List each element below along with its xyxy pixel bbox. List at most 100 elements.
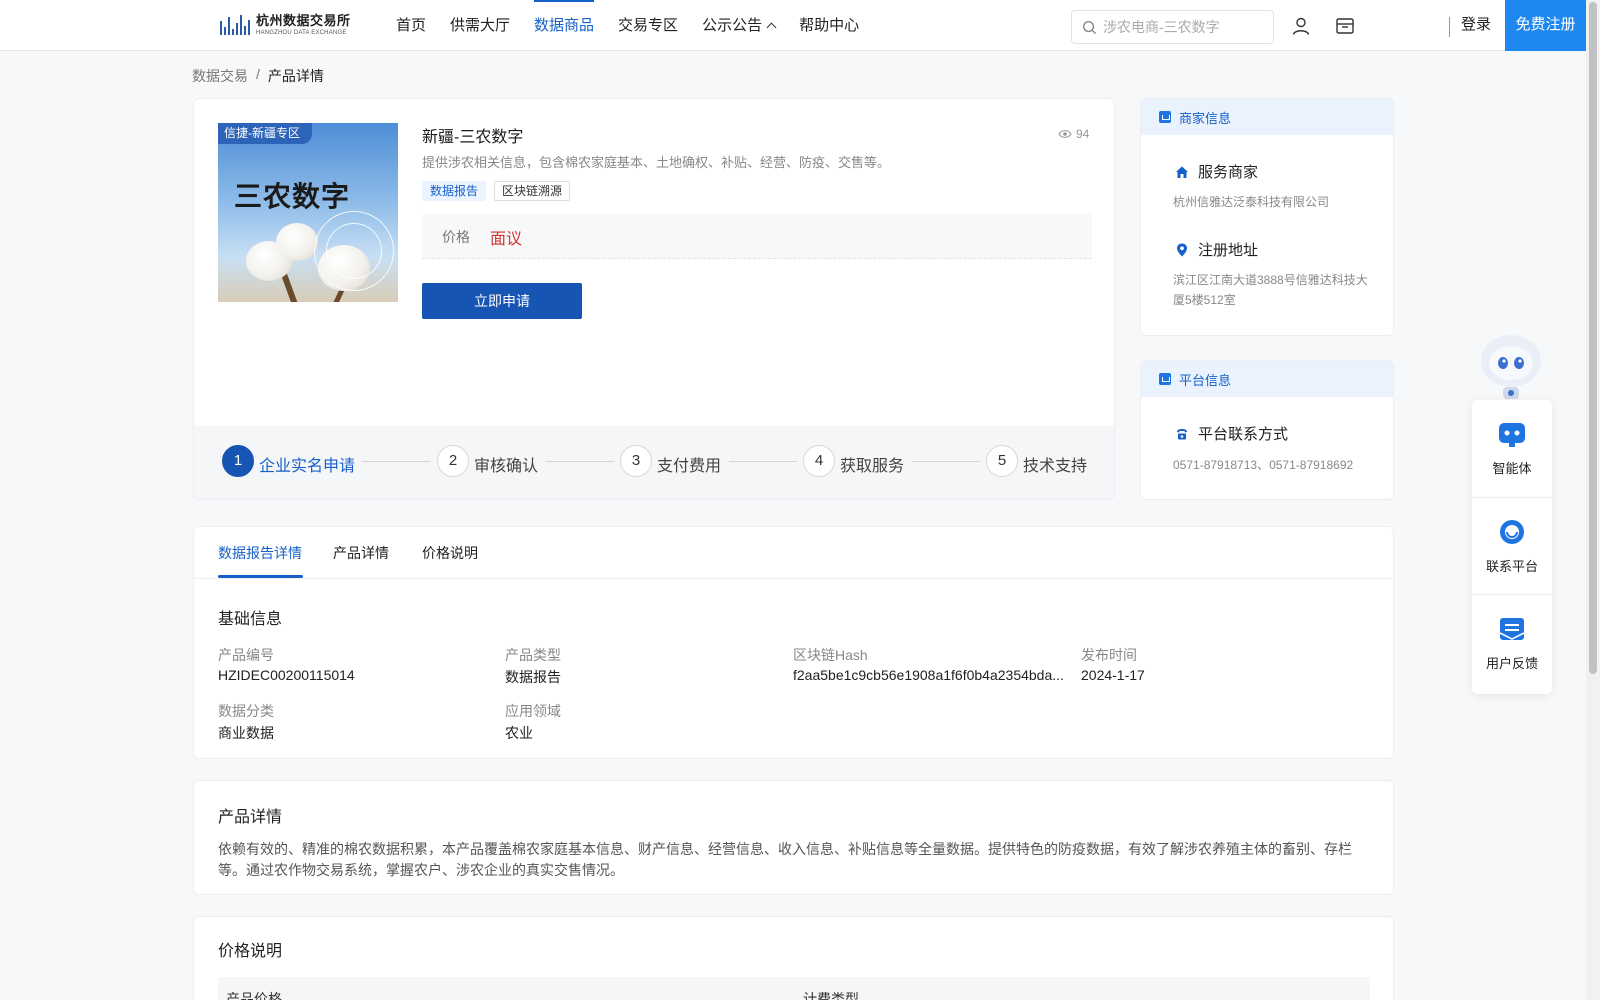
info-square-icon — [1159, 373, 1171, 385]
cotton-boll — [276, 223, 318, 261]
info-square-icon — [1159, 111, 1171, 123]
register-button[interactable]: 免费注册 — [1505, 0, 1586, 51]
step-1-label: 企业实名申请 — [259, 458, 356, 475]
step-connector — [729, 461, 797, 462]
tab-report-detail[interactable]: 数据报告详情 — [218, 543, 302, 563]
field-label-blockchain-hash: 区块链Hash — [793, 647, 868, 663]
search-box[interactable] — [1071, 10, 1274, 44]
site-logo[interactable]: 杭州数据交易所 HANGZHOU DATA EXCHANGE — [220, 11, 351, 39]
header-divider — [1449, 17, 1450, 37]
field-value-publish-time: 2024-1-17 — [1081, 667, 1145, 683]
tab-price-description[interactable]: 价格说明 — [422, 543, 478, 563]
field-value-data-category: 商业数据 — [218, 725, 274, 741]
tag-data-report: 数据报告 — [422, 181, 487, 201]
platform-contact-title: 平台联系方式 — [1198, 426, 1289, 443]
step-4-circle: 4 — [803, 445, 835, 477]
robot-mascot-icon[interactable] — [1473, 327, 1549, 403]
registered-address-row: 注册地址 — [1174, 239, 1258, 260]
float-contact-platform[interactable]: 联系平台 — [1472, 497, 1552, 593]
apply-now-button[interactable]: 立即申请 — [422, 283, 582, 319]
step-3-circle: 3 — [620, 445, 652, 477]
float-agent-label: 智能体 — [1492, 461, 1532, 476]
product-tags: 数据报告 区块链溯源 — [422, 181, 571, 201]
step-3-label: 支付费用 — [657, 458, 722, 475]
float-user-feedback[interactable]: 用户反馈 — [1472, 594, 1552, 690]
step-connector — [362, 461, 430, 462]
step-connector — [912, 461, 980, 462]
step-connector — [546, 461, 614, 462]
pricing-table-header: 产品价格 计费类型 — [218, 977, 1370, 1000]
step-4-label: 获取服务 — [840, 458, 905, 475]
service-merchant-value: 杭州信雅达泛泰科技有限公司 — [1173, 195, 1330, 209]
platform-info-header: 平台信息 — [1141, 361, 1393, 397]
active-tab-indicator — [218, 575, 303, 578]
breadcrumb: 数据交易 / 产品详情 — [192, 66, 324, 86]
float-contact-platform-label: 联系平台 — [1485, 559, 1538, 574]
nav-help-center[interactable]: 帮助中心 — [799, 0, 859, 50]
pricing-card: 价格说明 产品价格 计费类型 — [193, 916, 1394, 1000]
search-input[interactable] — [1103, 19, 1263, 35]
logo-en-text: HANGZHOU DATA EXCHANGE — [256, 30, 347, 36]
view-count-value: 94 — [1076, 127, 1090, 141]
field-label-publish-time: 发布时间 — [1081, 647, 1137, 663]
nav-supply-demand[interactable]: 供需大厅 — [450, 0, 510, 50]
float-agent[interactable]: 智能体 — [1472, 400, 1552, 496]
field-value-product-type: 数据报告 — [505, 669, 561, 685]
platform-contact-value: 0571-87918713、0571-87918692 — [1173, 458, 1354, 472]
field-label-application-field: 应用领域 — [505, 703, 561, 719]
step-2-circle: 2 — [437, 445, 469, 477]
field-value-product-id: HZIDEC00200115014 — [218, 667, 355, 683]
scrollbar-thumb[interactable] — [1589, 2, 1597, 674]
merchant-info-header: 商家信息 — [1141, 99, 1393, 135]
price-value: 面议 — [490, 231, 523, 248]
main-nav: 首页 供需大厅 数据商品 交易专区 公示公告 帮助中心 — [396, 0, 883, 50]
chevron-up-icon — [766, 22, 777, 32]
tab-product-detail[interactable]: 产品详情 — [333, 543, 389, 563]
merchant-info-title: 商家信息 — [1179, 110, 1232, 126]
field-label-data-category: 数据分类 — [218, 703, 274, 719]
price-label: 价格 — [442, 229, 470, 245]
breadcrumb-current: 产品详情 — [267, 68, 324, 84]
pricing-title: 价格说明 — [218, 943, 283, 960]
nav-trade-zone[interactable]: 交易专区 — [618, 0, 678, 50]
platform-info-card: 平台信息 平台联系方式 0571-87918713、0571-87918692 — [1140, 360, 1394, 500]
breadcrumb-parent[interactable]: 数据交易 — [192, 66, 248, 86]
field-value-blockchain-hash: f2aa5be1c9cb56e1908a1f6f0b4a2354bda... — [793, 667, 1064, 683]
merchant-info-card: 商家信息 服务商家 杭州信雅达泛泰科技有限公司 注册地址 滨江区江南大道3888… — [1140, 98, 1394, 336]
basic-info-title: 基础信息 — [218, 611, 283, 628]
thumbnail-title: 三农数字 — [234, 181, 351, 212]
nav-announcements[interactable]: 公示公告 — [702, 0, 777, 50]
float-user-feedback-label: 用户反馈 — [1485, 656, 1538, 671]
search-icon — [1082, 20, 1097, 34]
logo-cn-text: 杭州数据交易所 — [256, 13, 351, 28]
platform-contact-row: 平台联系方式 — [1174, 423, 1288, 444]
page-scrollbar[interactable] — [1586, 0, 1600, 1000]
nav-home[interactable]: 首页 — [396, 0, 426, 50]
headset-icon — [1500, 520, 1524, 544]
floating-service-panel: 智能体 联系平台 用户反馈 — [1472, 400, 1552, 694]
field-value-application-field: 农业 — [505, 725, 533, 741]
user-icon[interactable] — [1291, 16, 1311, 36]
shop-icon[interactable] — [1335, 16, 1355, 36]
eye-icon — [1058, 130, 1072, 138]
nav-announcements-label: 公示公告 — [702, 16, 763, 34]
step-5-label: 技术支持 — [1023, 458, 1088, 475]
login-link[interactable]: 登录 — [1461, 0, 1491, 50]
home-icon — [1176, 166, 1188, 178]
process-steps: 1 企业实名申请 2 审核确认 3 支付费用 4 获取服务 5 技术支持 — [194, 426, 1114, 499]
service-merchant-row: 服务商家 — [1174, 161, 1258, 182]
thumbnail-zone-tag: 信捷-新疆专区 — [218, 123, 312, 144]
field-label-product-type: 产品类型 — [505, 647, 561, 663]
pricing-col-billing-type: 计费类型 — [803, 991, 859, 1000]
feedback-mail-icon — [1499, 618, 1525, 640]
step-1-circle: 1 — [222, 445, 254, 477]
nav-data-products[interactable]: 数据商品 — [534, 0, 595, 50]
price-box: 价格 面议 — [422, 214, 1092, 259]
product-thumbnail: 信捷-新疆专区 三农数字 — [218, 123, 398, 302]
pricing-col-price: 产品价格 — [226, 991, 282, 1000]
product-card: 信捷-新疆专区 三农数字 新疆-三农数字 94 提供涉农相关信息，包含棉农家庭基… — [193, 98, 1115, 500]
step-2-label: 审核确认 — [474, 458, 539, 475]
detail-tabs: 数据报告详情 产品详情 价格说明 — [194, 527, 1393, 579]
decor-ring — [326, 223, 382, 279]
detail-card: 数据报告详情 产品详情 价格说明 基础信息 产品编号 HZIDEC0020011… — [193, 526, 1394, 759]
